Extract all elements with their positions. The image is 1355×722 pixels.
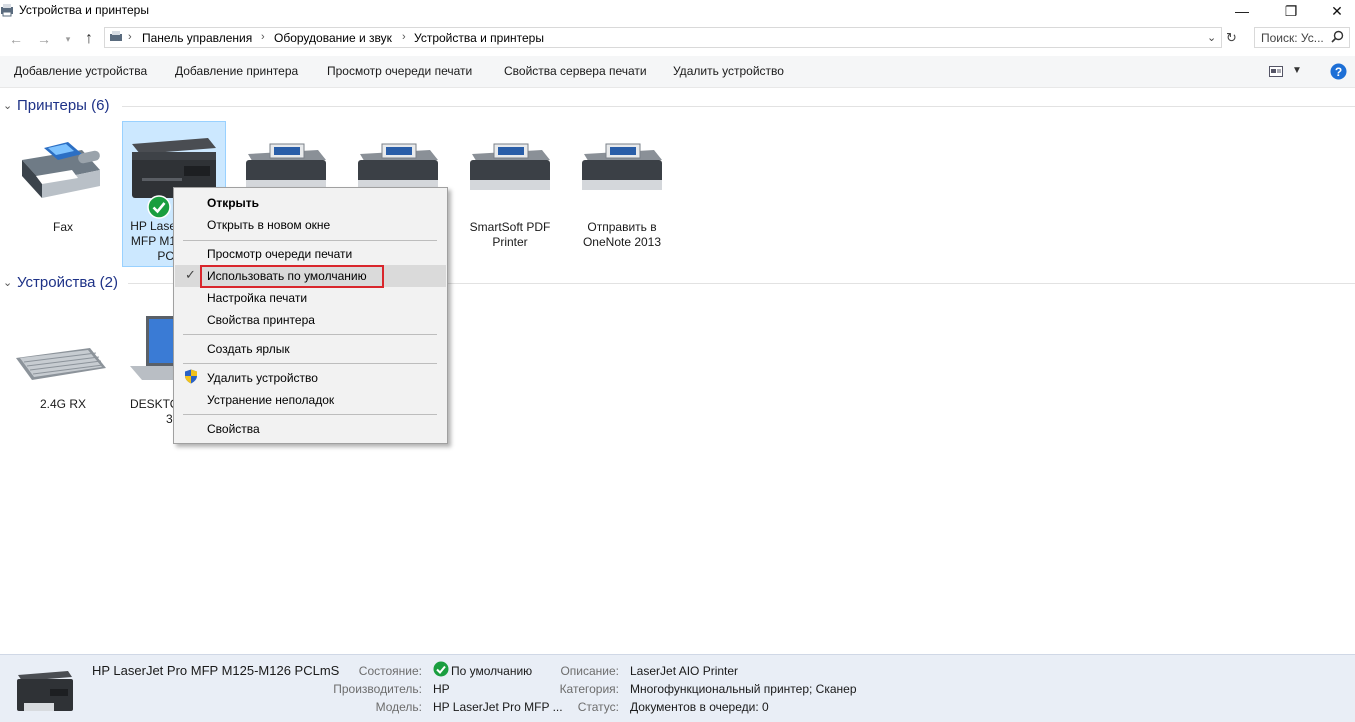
menu-item-create-shortcut[interactable]: Создать ярлык [207,342,290,356]
forward-icon[interactable]: → [35,30,53,48]
menu-separator [183,363,437,364]
menu-separator [183,414,437,415]
add-printer-button[interactable]: Добавление принтера [175,64,298,78]
add-device-button[interactable]: Добавление устройства [14,64,147,78]
menu-item-print-settings[interactable]: Настройка печати [207,291,307,305]
device-label: 2.4G RX [39,397,87,411]
manufacturer-value: HP [433,682,450,696]
details-pane: HP LaserJet Pro MFP M125-M126 PCLmS Сост… [0,654,1355,722]
device-label: SmartSoft PDF Printer [469,220,551,249]
devices-printers-icon [0,3,14,17]
search-input[interactable]: Поиск: Ус... [1254,27,1350,48]
status-ok-icon [433,661,449,680]
selected-printer-icon [14,667,76,720]
breadcrumb-separator-icon: › [261,31,265,43]
state-label: Состояние: [358,664,422,678]
restore-button[interactable]: ❐ [1268,0,1314,22]
up-icon[interactable]: ↑ [80,30,98,48]
checkmark-icon: ✓ [185,267,196,282]
search-placeholder: Поиск: Ус... [1261,31,1324,45]
address-bar[interactable]: › Панель управления › Оборудование и зву… [104,27,1222,48]
devices-group-header[interactable]: Устройства (2) [17,274,118,291]
printer-icon[interactable] [576,140,666,199]
default-check-icon [147,195,171,222]
menu-item-properties[interactable]: Свойства [207,422,260,436]
menu-item-troubleshoot[interactable]: Устранение неполадок [207,393,334,407]
description-label: Описание: [560,664,619,678]
breadcrumb-separator-icon: › [402,31,406,43]
view-queue-button[interactable]: Просмотр очереди печати [327,64,472,78]
description-value: LaserJet AIO Printer [630,664,739,678]
laptop-icon[interactable] [128,312,174,385]
close-button[interactable]: ✕ [1314,0,1355,22]
refresh-icon[interactable]: ↻ [1226,30,1237,46]
breadcrumb-separator-icon: › [128,31,132,43]
status-value: Документов в очереди: 0 [630,700,769,714]
printers-group-header[interactable]: Принтеры (6) [17,97,109,114]
menu-separator [183,240,437,241]
title-bar: Устройства и принтеры — ❐ ✕ [0,0,1355,22]
command-bar: Добавление устройства Добавление принтер… [0,56,1355,88]
category-value: Многофункциональный принтер; Сканер [630,682,857,696]
menu-separator [183,334,437,335]
hp-printer-label: HP Lase MFP M1 PC [130,219,176,263]
location-icon [109,31,123,44]
model-label: Модель: [375,700,422,714]
desktop-label: DESKTO 3 [130,397,176,426]
remove-device-button[interactable]: Удалить устройство [673,64,784,78]
address-dropdown-icon[interactable]: ⌄ [1207,31,1216,44]
breadcrumb-hardware-sound[interactable]: Оборудование и звук [274,31,392,45]
context-menu: Открыть Открыть в новом окне Просмотр оч… [173,187,448,444]
device-label: Отправить в OneNote 2013 [582,220,662,249]
devices-collapse-icon[interactable]: ⌄ [3,276,12,289]
category-label: Категория: [559,682,619,696]
window-title: Устройства и принтеры [19,3,149,17]
group-divider [122,106,1355,107]
fax-icon[interactable] [12,130,108,213]
keyboard-icon[interactable] [14,346,108,385]
printer-icon[interactable] [464,140,554,199]
server-properties-button[interactable]: Свойства сервера печати [504,64,647,78]
menu-item-remove-device[interactable]: Удалить устройство [207,371,318,385]
view-options-icon[interactable] [1269,66,1283,80]
breadcrumb-devices-printers[interactable]: Устройства и принтеры [414,31,544,45]
svg-text:?: ? [1335,65,1342,79]
device-label: Fax [52,220,73,234]
menu-item-view-queue[interactable]: Просмотр очереди печати [207,247,352,261]
status-label: Статус: [577,700,619,714]
menu-item-set-default[interactable]: Использовать по умолчанию [207,269,367,283]
minimize-button[interactable]: — [1219,0,1265,22]
menu-item-open[interactable]: Открыть [207,196,259,210]
recent-dropdown-icon[interactable]: ▾ [59,30,77,48]
view-dropdown-icon[interactable]: ▼ [1292,65,1302,76]
help-icon[interactable]: ? [1330,63,1347,83]
back-icon[interactable]: ← [7,30,25,48]
search-icon[interactable] [1331,30,1344,46]
menu-item-open-new-window[interactable]: Открыть в новом окне [207,218,330,232]
breadcrumb-control-panel[interactable]: Панель управления [142,31,252,45]
printers-collapse-icon[interactable]: ⌄ [3,99,12,112]
uac-shield-icon [184,369,198,387]
manufacturer-label: Производитель: [333,682,422,696]
menu-item-printer-properties[interactable]: Свойства принтера [207,313,315,327]
